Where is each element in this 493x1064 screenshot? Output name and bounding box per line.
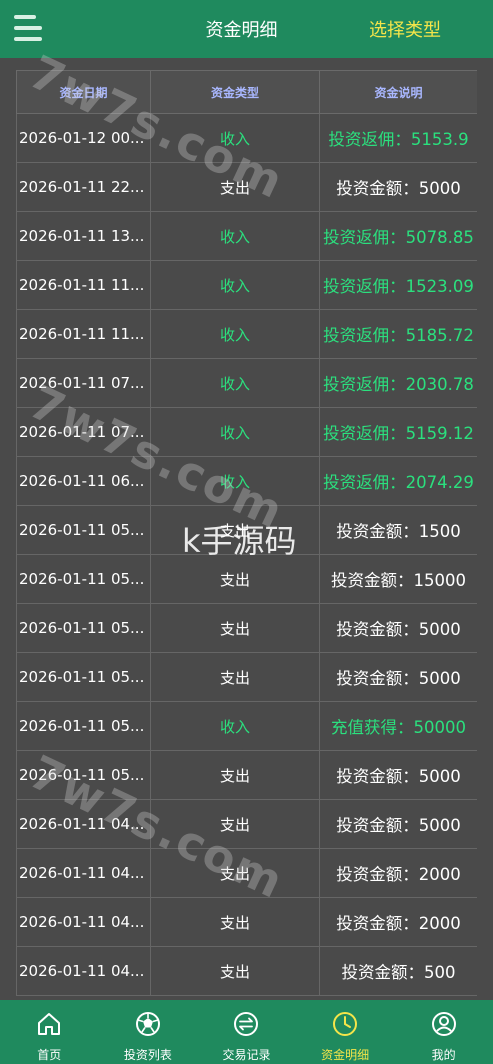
row-date: 2026-01-11 13... — [16, 211, 151, 261]
row-date: 2026-01-11 07... — [16, 407, 151, 457]
row-type: 支出 — [150, 946, 320, 996]
row-description: 投资金额：2000 — [319, 897, 477, 947]
table-row: 2026-01-11 11... 收入 投资返佣：1523.09 — [16, 260, 477, 310]
row-type: 支出 — [150, 652, 320, 702]
select-type-button[interactable]: 选择类型 — [369, 16, 441, 42]
row-date: 2026-01-11 05... — [16, 554, 151, 604]
ball-icon — [134, 1010, 162, 1042]
tab-label: 首页 — [37, 1048, 62, 1062]
row-type: 收入 — [150, 358, 320, 408]
table-row: 2026-01-11 04... 支出 投资金额：2000 — [16, 897, 477, 947]
home-icon — [35, 1010, 63, 1042]
row-date: 2026-01-11 22... — [16, 162, 151, 212]
row-date: 2026-01-11 05... — [16, 750, 151, 800]
row-description: 投资金额：5000 — [319, 603, 477, 653]
column-header-type: 资金类型 — [150, 70, 320, 114]
table-row: 2026-01-11 07... 收入 投资返佣：2030.78 — [16, 358, 477, 408]
row-date: 2026-01-11 04... — [16, 897, 151, 947]
fund-table-container[interactable]: 资金日期 资金类型 资金说明 2026-01-12 00... 收入 投资返佣：51… — [16, 70, 477, 1000]
row-description: 投资金额：1500 — [319, 505, 477, 555]
row-description: 投资返佣：2030.78 — [319, 358, 477, 408]
row-description: 投资返佣：5078.85 — [319, 211, 477, 261]
row-type: 收入 — [150, 211, 320, 261]
row-type: 支出 — [150, 603, 320, 653]
table-row: 2026-01-11 05... 支出 投资金额：5000 — [16, 652, 477, 702]
row-date: 2026-01-11 05... — [16, 652, 151, 702]
row-type: 收入 — [150, 456, 320, 506]
top-header: 资金明细 选择类型 — [0, 0, 493, 58]
table-row: 2026-01-11 11... 收入 投资返佣：5185.72 — [16, 309, 477, 359]
table-row: 2026-01-11 05... 收入 充值获得：50000 — [16, 701, 477, 751]
table-row: 2026-01-11 05... 支出 投资金额：5000 — [16, 750, 477, 800]
fund-table: 资金日期 资金类型 资金说明 2026-01-12 00... 收入 投资返佣：51… — [16, 70, 477, 996]
row-description: 投资返佣：5185.72 — [319, 309, 477, 359]
row-type: 支出 — [150, 554, 320, 604]
row-description: 投资金额：5000 — [319, 652, 477, 702]
row-type: 支出 — [150, 897, 320, 947]
row-date: 2026-01-11 05... — [16, 505, 151, 555]
user-icon — [430, 1010, 458, 1042]
row-type: 收入 — [150, 309, 320, 359]
row-date: 2026-01-11 05... — [16, 701, 151, 751]
row-date: 2026-01-11 04... — [16, 799, 151, 849]
tab-exchange[interactable]: 交易记录 — [197, 1000, 296, 1064]
tab-label: 资金明细 — [321, 1048, 370, 1062]
row-type: 支出 — [150, 162, 320, 212]
row-date: 2026-01-11 11... — [16, 260, 151, 310]
row-description: 投资金额：5000 — [319, 750, 477, 800]
row-description: 投资金额：5000 — [319, 162, 477, 212]
table-row: 2026-01-11 07... 收入 投资返佣：5159.12 — [16, 407, 477, 457]
table-row: 2026-01-11 13... 收入 投资返佣：5078.85 — [16, 211, 477, 261]
row-date: 2026-01-11 05... — [16, 603, 151, 653]
row-type: 支出 — [150, 799, 320, 849]
table-row: 2026-01-11 06... 收入 投资返佣：2074.29 — [16, 456, 477, 506]
row-description: 投资返佣：1523.09 — [319, 260, 477, 310]
clock-icon — [331, 1010, 359, 1042]
tab-label: 我的 — [431, 1048, 456, 1062]
row-date: 2026-01-11 11... — [16, 309, 151, 359]
table-row: 2026-01-11 04... 支出 投资金额：500 — [16, 946, 477, 996]
exchange-icon — [232, 1010, 260, 1042]
table-header-row: 资金日期 资金类型 资金说明 — [16, 70, 477, 114]
table-row: 2026-01-11 22... 支出 投资金额：5000 — [16, 162, 477, 212]
tab-label: 投资列表 — [123, 1048, 172, 1062]
row-description: 充值获得：50000 — [319, 701, 477, 751]
row-description: 投资返佣：2074.29 — [319, 456, 477, 506]
row-type: 支出 — [150, 750, 320, 800]
row-description: 投资金额：5000 — [319, 799, 477, 849]
table-row: 2026-01-11 05... 支出 投资金额：5000 — [16, 603, 477, 653]
row-type: 收入 — [150, 113, 320, 163]
menu-icon[interactable] — [14, 15, 44, 43]
table-row: 2026-01-11 04... 支出 投资金额：2000 — [16, 848, 477, 898]
row-type: 收入 — [150, 260, 320, 310]
row-description: 投资返佣：5153.9 — [319, 113, 477, 163]
tab-ball[interactable]: 投资列表 — [99, 1000, 198, 1064]
row-date: 2026-01-11 06... — [16, 456, 151, 506]
bottom-tabbar: 首页 投资列表 交易记录 资金明细 我的 — [0, 1000, 493, 1064]
table-row: 2026-01-12 00... 收入 投资返佣：5153.9 — [16, 113, 477, 163]
row-type: 收入 — [150, 407, 320, 457]
row-date: 2026-01-11 04... — [16, 848, 151, 898]
tab-clock[interactable]: 资金明细 — [296, 1000, 395, 1064]
row-type: 支出 — [150, 505, 320, 555]
row-description: 投资返佣：5159.12 — [319, 407, 477, 457]
table-row: 2026-01-11 04... 支出 投资金额：5000 — [16, 799, 477, 849]
row-type: 收入 — [150, 701, 320, 751]
row-description: 投资金额：15000 — [319, 554, 477, 604]
tab-label: 交易记录 — [222, 1048, 271, 1062]
row-date: 2026-01-11 04... — [16, 946, 151, 996]
table-row: 2026-01-11 05... 支出 投资金额：15000 — [16, 554, 477, 604]
table-row: 2026-01-11 05... 支出 投资金额：1500 — [16, 505, 477, 555]
row-type: 支出 — [150, 848, 320, 898]
row-date: 2026-01-12 00... — [16, 113, 151, 163]
tab-home[interactable]: 首页 — [0, 1000, 99, 1064]
tab-user[interactable]: 我的 — [394, 1000, 493, 1064]
column-header-date: 资金日期 — [16, 70, 151, 114]
row-description: 投资金额：2000 — [319, 848, 477, 898]
row-description: 投资金额：500 — [319, 946, 477, 996]
row-date: 2026-01-11 07... — [16, 358, 151, 408]
column-header-description: 资金说明 — [319, 70, 477, 114]
